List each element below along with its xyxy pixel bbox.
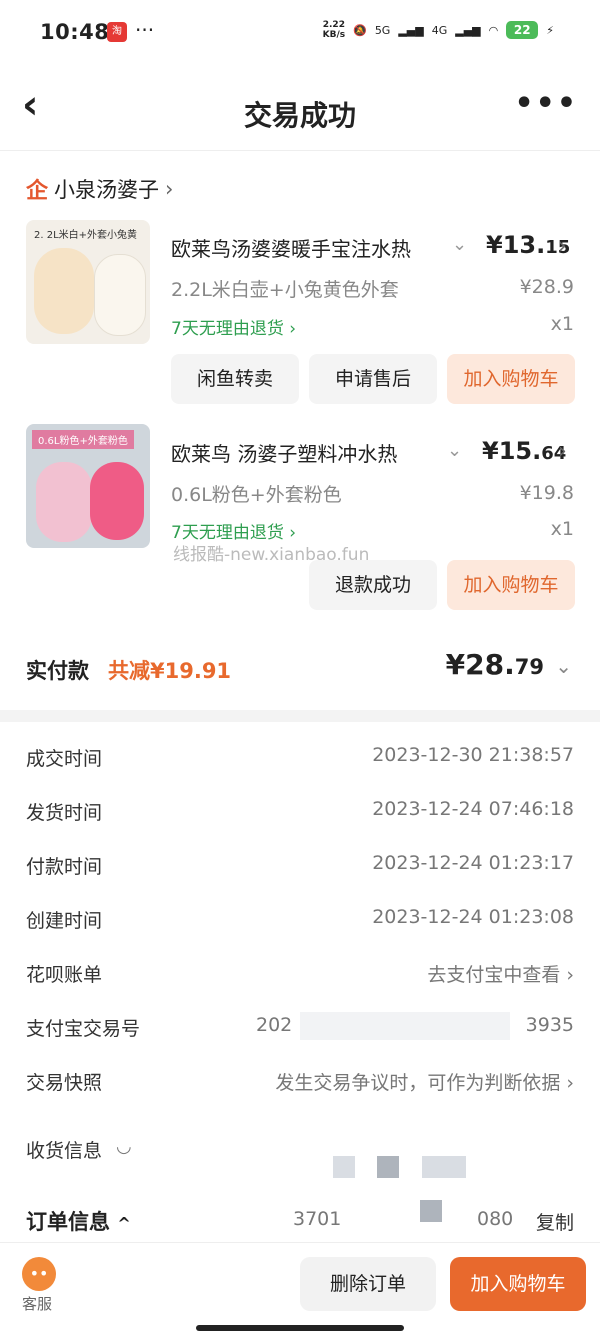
store-icon: 企 bbox=[26, 179, 49, 204]
bottom-action-bar: •• 客服 删除订单 加入购物车 bbox=[0, 1242, 600, 1336]
detail-label: 花呗账单 bbox=[26, 964, 103, 986]
status-time: 10:48 bbox=[40, 20, 110, 44]
redacted-block bbox=[300, 1012, 510, 1040]
signal-5g-icon: 5G bbox=[374, 23, 391, 37]
home-indicator bbox=[196, 1325, 404, 1331]
more-notifications-icon: ··· bbox=[135, 18, 155, 42]
detail-label: 交易快照 bbox=[26, 1072, 103, 1094]
product-spec: 0.6L粉色+外套粉色 bbox=[171, 484, 342, 506]
product-name[interactable]: 欧莱鸟汤婆婆暖手宝注水热 bbox=[171, 233, 441, 262]
store-link[interactable]: 企 小泉汤婆子 › bbox=[26, 173, 173, 205]
detail-value: 2023-12-24 07:46:18 bbox=[372, 798, 574, 820]
add-to-cart-button[interactable]: 加入购物车 bbox=[447, 560, 575, 610]
chevron-down-icon[interactable]: ⌄ bbox=[452, 234, 467, 255]
resell-button[interactable]: 闲鱼转卖 bbox=[171, 354, 299, 404]
redacted-block bbox=[422, 1156, 466, 1178]
order-number-start: 3701 bbox=[293, 1208, 342, 1230]
battery-icon: 22 bbox=[506, 21, 539, 39]
mute-icon: 🔕 bbox=[353, 23, 367, 37]
customer-service-label[interactable]: 客服 bbox=[22, 1293, 52, 1314]
signal-4g-icon: 4G bbox=[431, 23, 448, 37]
chevron-right-icon[interactable]: › bbox=[558, 439, 567, 464]
thumbnail-caption: 0.6L粉色+外套粉色 bbox=[32, 430, 134, 449]
product-thumbnail[interactable]: 2. 2L米白+外套小兔黄 bbox=[26, 220, 150, 344]
original-price: ¥19.8 bbox=[519, 482, 574, 504]
add-to-cart-button[interactable]: 加入购物车 bbox=[447, 354, 575, 404]
chevron-down-icon[interactable]: ⌄ bbox=[555, 654, 572, 678]
product-thumbnail[interactable]: 0.6L粉色+外套粉色 bbox=[26, 424, 150, 548]
chevron-right-icon: › bbox=[165, 177, 174, 201]
refund-success-button[interactable]: 退款成功 bbox=[309, 560, 437, 610]
order-info-label[interactable]: 订单信息 ^ bbox=[26, 1206, 131, 1236]
detail-label: 发货时间 bbox=[26, 802, 103, 824]
detail-value: 2023-12-24 01:23:17 bbox=[372, 852, 574, 874]
original-price: ¥28.9 bbox=[519, 276, 574, 298]
signal-bars-icon: ▂▄▆ bbox=[455, 23, 481, 37]
wifi-icon: ◠ bbox=[488, 23, 499, 37]
detail-label: 创建时间 bbox=[26, 910, 103, 932]
section-divider bbox=[0, 710, 600, 722]
trade-number-start: 202 bbox=[256, 1014, 293, 1036]
redacted-block bbox=[420, 1200, 442, 1222]
quantity: x1 bbox=[550, 518, 574, 540]
page-title: 交易成功 bbox=[243, 99, 356, 132]
product-spec: 2.2L米白壶+小兔黄色外套 bbox=[171, 279, 399, 301]
product-price: ¥15.64 bbox=[482, 437, 567, 465]
detail-value: 2023-12-30 21:38:57 bbox=[372, 744, 574, 766]
redacted-block bbox=[333, 1156, 355, 1178]
after-sales-button[interactable]: 申请售后 bbox=[309, 354, 437, 404]
app-notification-icon: 淘 bbox=[107, 22, 127, 42]
return-policy-link[interactable]: 7天无理由退货 › bbox=[171, 314, 296, 339]
more-menu-button[interactable]: ••• bbox=[514, 86, 578, 121]
order-number-end: 080 bbox=[477, 1208, 514, 1230]
status-indicators: 2.22 KB/s 🔕 5G ▂▄▆ 4G ▂▄▆ ◠ 22 ⚡ bbox=[323, 20, 554, 40]
snapshot-link[interactable]: 发生交易争议时，可作为判断依据 › bbox=[275, 1068, 574, 1095]
thumbnail-caption: 2. 2L米白+外套小兔黄 bbox=[34, 230, 138, 241]
status-bar: 10:48 淘 ··· 2.22 KB/s 🔕 5G ▂▄▆ 4G ▂▄▆ ◠ 2… bbox=[0, 0, 600, 68]
copy-button[interactable]: 复制 bbox=[536, 1208, 574, 1235]
detail-label: 支付宝交易号 bbox=[26, 1018, 141, 1040]
customer-service-icon[interactable]: •• bbox=[22, 1257, 56, 1291]
chevron-up-icon: ^ bbox=[117, 1214, 131, 1233]
redacted-block bbox=[377, 1156, 399, 1178]
chevron-down-icon[interactable]: ⌄ bbox=[447, 440, 462, 461]
chevron-right-icon[interactable]: › bbox=[558, 234, 567, 259]
store-name: 小泉汤婆子 bbox=[54, 178, 160, 202]
detail-label: 成交时间 bbox=[26, 748, 103, 770]
quantity: x1 bbox=[550, 313, 574, 335]
paid-amount-label: 实付款 bbox=[26, 659, 89, 683]
detail-label: 付款时间 bbox=[26, 856, 103, 878]
delete-order-button[interactable]: 删除订单 bbox=[300, 1257, 436, 1311]
charging-icon: ⚡ bbox=[546, 23, 554, 37]
eye-closed-icon[interactable]: ◡ bbox=[116, 1136, 132, 1157]
signal-bars-icon: ▂▄▆ bbox=[398, 23, 424, 37]
network-speed: 2.22 KB/s bbox=[322, 20, 346, 40]
total-amount: ¥28.79 bbox=[445, 648, 544, 681]
detail-value: 2023-12-24 01:23:08 bbox=[372, 906, 574, 928]
huabei-bill-link[interactable]: 去支付宝中查看 › bbox=[427, 960, 574, 987]
trade-number-end: 3935 bbox=[525, 1014, 574, 1036]
detail-label: 收货信息 bbox=[26, 1140, 103, 1162]
product-name[interactable]: 欧莱鸟 汤婆子塑料冲水热 bbox=[171, 438, 441, 467]
discount-amount: 共减¥19.91 bbox=[108, 659, 232, 683]
add-to-cart-button[interactable]: 加入购物车 bbox=[450, 1257, 586, 1311]
